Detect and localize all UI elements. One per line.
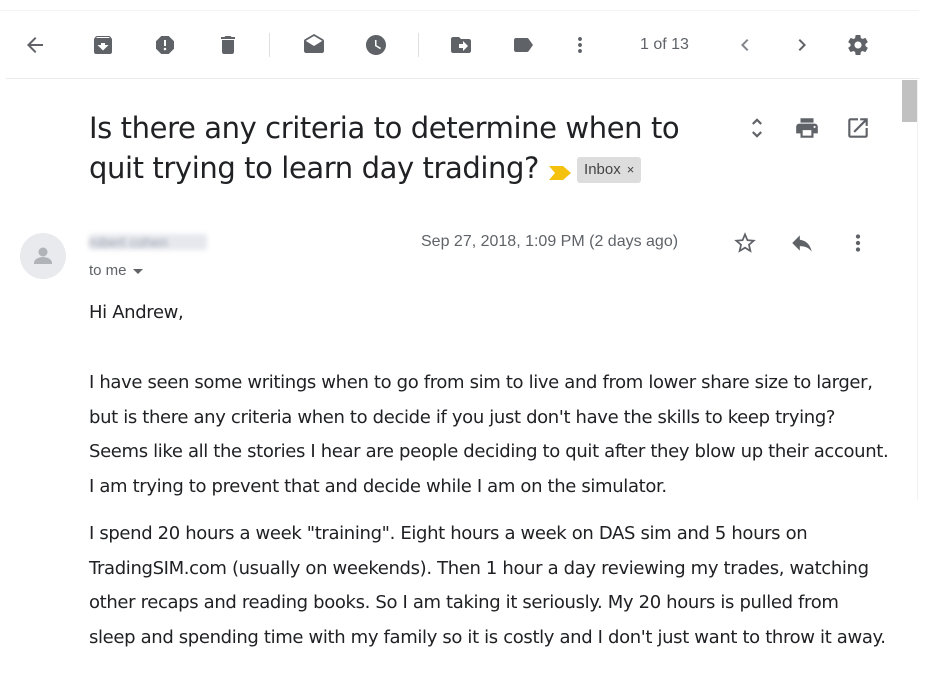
inbox-label-text: Inbox — [584, 161, 621, 178]
inbox-label-chip[interactable]: Inbox × — [577, 157, 642, 183]
message-body: Hi Andrew, I have seen some writings whe… — [89, 296, 889, 655]
settings-gear-icon[interactable] — [844, 31, 872, 59]
more-vert-icon[interactable] — [566, 31, 594, 59]
mark-unread-icon[interactable] — [300, 31, 328, 59]
toolbar: 1 of 13 — [0, 0, 929, 79]
chevron-down-icon[interactable] — [132, 268, 143, 274]
toolbar-separator — [418, 33, 419, 57]
toolbar-separator — [269, 33, 270, 57]
chevron-left-icon[interactable] — [731, 31, 759, 59]
delete-icon[interactable] — [214, 31, 242, 59]
open-new-window-icon[interactable] — [843, 113, 873, 143]
print-icon[interactable] — [792, 113, 822, 143]
expand-all-icon[interactable] — [742, 113, 772, 143]
move-to-icon[interactable] — [447, 31, 475, 59]
sender-name[interactable]: robert cohen — [89, 234, 207, 250]
message-more-vert-icon[interactable] — [843, 228, 873, 258]
sender-avatar[interactable] — [20, 233, 66, 279]
person-icon — [34, 247, 52, 264]
important-marker-icon[interactable] — [549, 150, 572, 190]
star-icon[interactable] — [730, 228, 760, 258]
body-paragraph-1: I have seen some writings when to go fro… — [89, 372, 889, 497]
remove-label-icon[interactable]: × — [627, 150, 635, 190]
body-paragraph-2: I spend 20 hours a week "training". Eigh… — [89, 523, 886, 648]
scrollbar-thumb[interactable] — [902, 80, 917, 122]
chevron-right-icon[interactable] — [788, 31, 816, 59]
label-icon[interactable] — [509, 31, 537, 59]
reply-icon[interactable] — [787, 228, 817, 258]
toolbar-top-divider — [0, 10, 919, 11]
scrollbar-track — [917, 80, 918, 500]
archive-icon[interactable] — [89, 31, 117, 59]
pagination-count: 1 of 13 — [640, 36, 689, 53]
back-arrow-icon[interactable] — [21, 31, 49, 59]
recipient-details[interactable]: to me — [89, 262, 143, 279]
snooze-icon[interactable] — [362, 31, 390, 59]
recipient-text: to me — [89, 262, 127, 279]
message-date: Sep 27, 2018, 1:09 PM (2 days ago) — [421, 233, 679, 250]
greeting-text: Hi Andrew, — [89, 302, 184, 323]
report-spam-icon[interactable] — [151, 31, 179, 59]
email-subject: Is there any criteria to determine when … — [89, 108, 709, 190]
toolbar-bottom-divider — [6, 78, 919, 79]
